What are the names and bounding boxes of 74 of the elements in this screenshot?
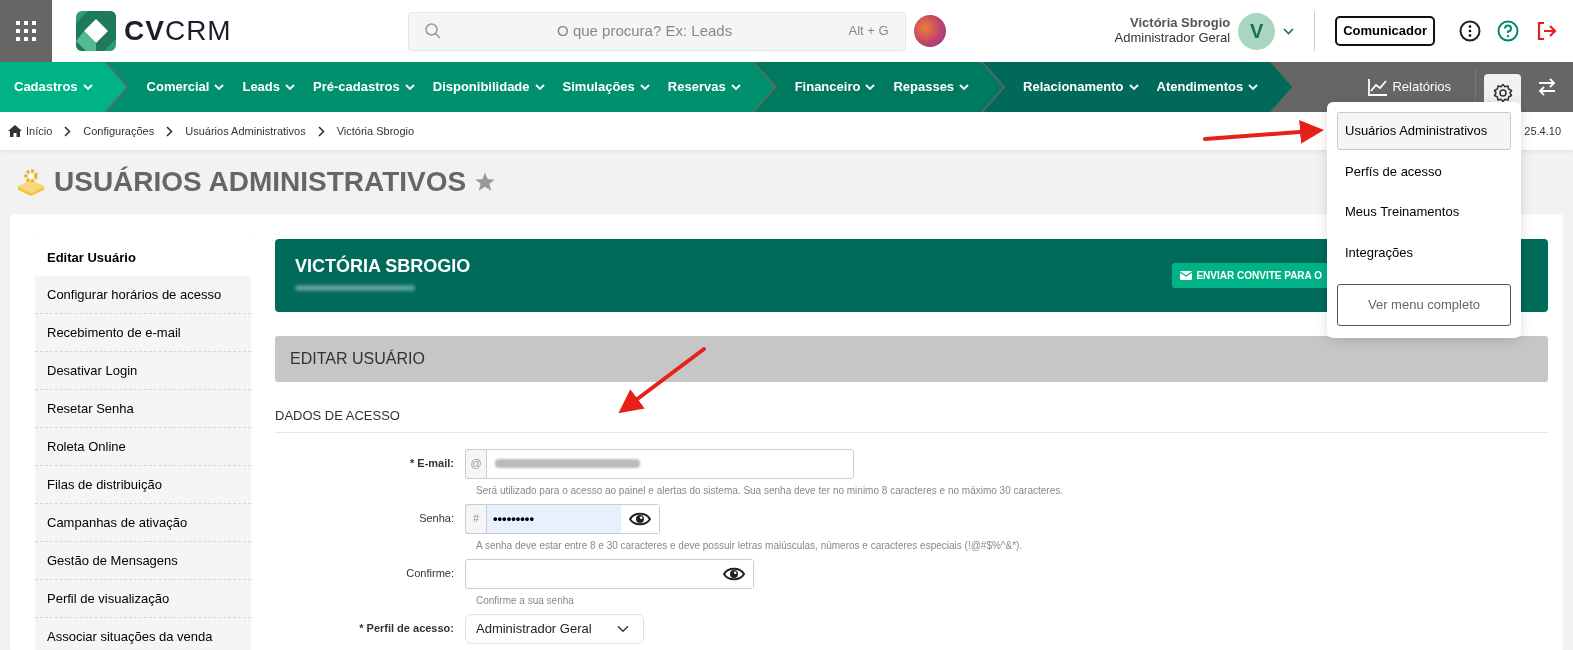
help-text: Será utilizado para o acesso ao painel e alertas do sistema. Sua senha deve ter no minimo 8 caracteres e no máximo 30 caracteres.	[476, 483, 1064, 498]
sidebar-item[interactable]: Filas de distribuição	[35, 466, 251, 504]
sidebar-item[interactable]: Gestão de Mensagens	[35, 542, 251, 580]
chevron-right-icon	[64, 125, 72, 137]
chevron-right-icon	[317, 125, 325, 137]
chevron-down-icon[interactable]	[1283, 27, 1295, 35]
favorite-star-icon[interactable]	[474, 171, 497, 193]
nav-menu-item[interactable]: Relacionamento	[1023, 77, 1139, 97]
logo-text: CVCRM	[124, 14, 232, 48]
communicator-button[interactable]: Comunicador	[1335, 16, 1435, 46]
field-label: * E-mail:	[409, 456, 455, 472]
nav-menu-item[interactable]: Atendimentos	[1156, 77, 1259, 97]
chevron-right-icon	[166, 125, 174, 137]
sidebar-item[interactable]: Desativar Login	[35, 352, 251, 390]
password-field[interactable]	[465, 558, 754, 589]
sidebar-item[interactable]: Associar situações da venda	[35, 618, 251, 650]
nav-menu-item[interactable]: Leads	[242, 77, 296, 97]
apps-grid-icon[interactable]	[15, 20, 37, 42]
input-addon: @	[465, 448, 486, 479]
assistant-orb-icon[interactable]	[913, 15, 946, 47]
eye-icon[interactable]	[723, 565, 745, 582]
reports-link[interactable]: Relatórios	[1392, 77, 1451, 97]
nav-menu-item[interactable]: Pré-cadastros	[313, 77, 415, 97]
field-label: Senha:	[418, 511, 455, 527]
eye-icon[interactable]	[629, 510, 651, 527]
sidebar-item[interactable]: Resetar Senha	[35, 390, 251, 428]
sidebar-item[interactable]: Campanhas de ativação	[35, 504, 251, 542]
profile-name: VICTÓRIA SBROGIO	[295, 257, 471, 277]
breadcrumb-link[interactable]: Victória Sbrogio	[336, 122, 415, 140]
help-text: Confirme a sua senha	[476, 593, 575, 608]
sidebar-item[interactable]: Recebimento de e-mail	[35, 314, 251, 352]
field-label: * Perfil de acesso:	[358, 621, 455, 637]
home-icon	[8, 125, 22, 137]
settings-cube-icon	[16, 167, 46, 197]
search-input[interactable]: O que procura? Ex: Leads	[440, 18, 849, 44]
logo-icon	[76, 11, 116, 51]
nav-menu-item[interactable]: Disponibilidade	[432, 77, 545, 97]
shortcut-hint: Alt + G	[848, 22, 889, 41]
nav-menu-item[interactable]: Reservas	[667, 77, 741, 97]
input-addon: #	[465, 503, 486, 534]
nav-menu-item[interactable]: Simulações	[562, 77, 650, 97]
nav-menu-item[interactable]: Comercial	[146, 77, 225, 97]
breadcrumb-link[interactable]: Configurações	[83, 122, 155, 140]
settings-menu-item[interactable]: Usuários Administrativos	[1337, 112, 1511, 150]
envelope-icon	[1180, 271, 1193, 280]
form-heading: DADOS DE ACESSO	[275, 406, 1548, 433]
line-chart-icon	[1368, 78, 1389, 96]
settings-icon	[1492, 83, 1513, 103]
page-title: USUÁRIOS ADMINISTRATIVOS	[54, 165, 467, 199]
profile-select[interactable]: Administrador Geral	[465, 613, 644, 644]
user-role: Administrador Geral	[1114, 31, 1231, 46]
help-icon[interactable]	[1497, 20, 1519, 42]
help-text: A senha deve estar entre 8 e 30 caracteres e deve possuir letras maiúsculas, números e caracteres especiais (!@#$%^&*).	[476, 538, 1024, 553]
sidebar-item[interactable]: Editar Usuário	[35, 239, 251, 276]
info-icon[interactable]	[1459, 20, 1481, 42]
password-input[interactable]: •••••••••	[487, 508, 621, 529]
sidebar-item[interactable]: Configurar horários de acesso	[35, 276, 251, 314]
logout-icon[interactable]	[1535, 20, 1557, 42]
password-field[interactable]: •••••••••	[486, 503, 660, 534]
breadcrumb-link[interactable]: Usuários Administrativos	[185, 122, 306, 140]
search-icon	[424, 23, 441, 39]
sidebar-item[interactable]: Perfil de visualização	[35, 580, 251, 618]
user-name: Victória Sbrogio	[1129, 16, 1231, 31]
version-label: 25.4.10	[1524, 123, 1561, 139]
full-menu-button[interactable]: Ver menu completo	[1337, 284, 1511, 326]
field-label: Confirme:	[405, 566, 455, 582]
swap-arrows-icon[interactable]	[1537, 78, 1557, 96]
nav-menu-item[interactable]: Repasses	[893, 77, 970, 97]
email-field[interactable]	[486, 448, 854, 479]
user-avatar[interactable]: V	[1238, 12, 1276, 50]
nav-menu-item[interactable]: Financeiro	[794, 77, 876, 97]
breadcrumb-link[interactable]: Início	[26, 122, 53, 140]
sidebar-item[interactable]: Roleta Online	[35, 428, 251, 466]
section-title: EDITAR USUÁRIO	[290, 348, 425, 369]
